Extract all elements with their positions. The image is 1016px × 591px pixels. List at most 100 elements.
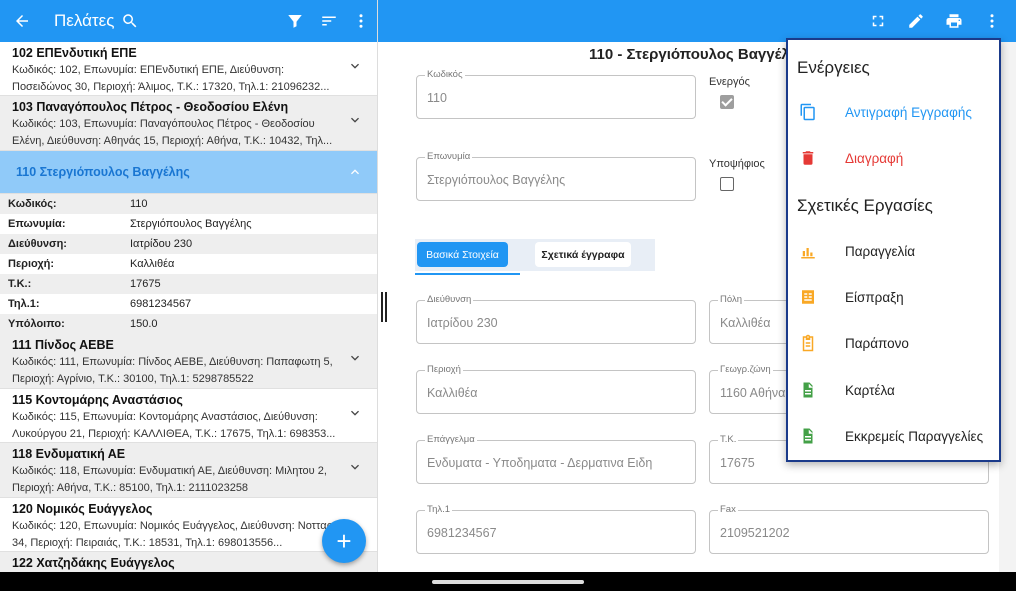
list-item-desc: Κωδικός: 120, Επωνυμία: Νομικός Ευάγγελο… xyxy=(12,520,340,549)
list-item-title: 122 Χατζηδάκης Ευάγγελος xyxy=(12,556,175,570)
address-field[interactable]: Διεύθυνση Ιατρίδου 230 xyxy=(416,294,696,344)
search-icon[interactable] xyxy=(118,9,142,33)
actions-menu: Ενέργειες Αντιγραφή Εγγραφής Διαγραφή Σχ… xyxy=(786,38,1001,462)
name-field[interactable]: Επωνυμία Στεργιόπουλος Βαγγέλης xyxy=(416,151,696,201)
area-field[interactable]: Περιοχή Καλλιθέα xyxy=(416,364,696,414)
detail-value: 150.0 xyxy=(122,314,377,334)
fax-field[interactable]: Fax 2109521202 xyxy=(709,504,989,554)
menu-item-order[interactable]: Παραγγελία xyxy=(798,239,998,263)
list-item[interactable]: 115 Κοντομάρης Αναστάσιος Κωδικός: 115, … xyxy=(0,389,377,443)
list-item-title: 103 Παναγόπουλος Πέτρος - Θεοδοσίου Ελέν… xyxy=(12,100,289,114)
menu-item-delete[interactable]: Διαγραφή xyxy=(798,146,998,170)
list-item-desc: Κωδικός: 118, Επωνυμία: Ενδυματική ΑΕ, Δ… xyxy=(12,465,327,494)
copy-icon xyxy=(798,102,818,122)
field-label: Τηλ.1 xyxy=(425,504,453,515)
print-icon[interactable] xyxy=(942,9,966,33)
list-item[interactable]: 122 Χατζηδάκης Ευάγγελος xyxy=(0,552,377,572)
field-value: Ιατρίδου 230 xyxy=(427,316,498,330)
field-value: Στεργιόπουλος Βαγγέλης xyxy=(427,173,566,187)
candidate-checkbox[interactable] xyxy=(720,177,734,191)
detail-key: Τηλ.1: xyxy=(8,298,40,310)
list-item-desc: Κωδικός: 111, Επωνυμία: Πίνδος ΑΕΒΕ, Διε… xyxy=(12,356,333,385)
drag-handle-icon[interactable] xyxy=(381,292,387,322)
detail-row: Κωδικός: 110 xyxy=(0,194,377,214)
code-field[interactable]: Κωδικός 110 xyxy=(416,69,696,119)
field-value: 110 xyxy=(427,91,447,105)
menu-item-receipt[interactable]: Είσπραξη xyxy=(798,285,998,309)
detail-key: Διεύθυνση: xyxy=(0,234,122,254)
detail-value: Ιατρίδου 230 xyxy=(122,234,377,254)
menu-item-label: Εκκρεμείς Παραγγελίες xyxy=(845,428,984,444)
list-item[interactable]: 120 Νομικός Ευάγγελος Κωδικός: 120, Επων… xyxy=(0,498,377,552)
menu-section-actions: Ενέργειες xyxy=(797,58,870,77)
menu-item-complaint[interactable]: Παράπονο xyxy=(798,331,998,355)
detail-key: Περιοχή: xyxy=(8,258,55,270)
tab-basic-info[interactable]: Βασικά Στοιχεία xyxy=(417,242,508,267)
field-label: Γεωγρ.ζώνη xyxy=(718,364,773,375)
chevron-down-icon[interactable] xyxy=(347,112,363,131)
chevron-down-icon[interactable] xyxy=(347,459,363,478)
list-item-title: 111 Πίνδος ΑΕΒΕ xyxy=(12,338,114,352)
list-toolbar: Πελάτες xyxy=(0,0,377,42)
list-item-selected[interactable]: 110 Στεργιόπουλος Βαγγέλης xyxy=(0,151,377,194)
active-checkbox[interactable] xyxy=(720,95,734,109)
more-vert-icon[interactable] xyxy=(980,9,1004,33)
menu-item-card[interactable]: Καρτέλα xyxy=(798,378,998,402)
field-value: 6981234567 xyxy=(427,526,497,540)
field-label: Επωνυμία xyxy=(425,151,473,162)
detail-value: Καλλιθέα xyxy=(130,258,175,270)
list-item[interactable]: 111 Πίνδος ΑΕΒΕ Κωδικός: 111, Επωνυμία: … xyxy=(0,334,377,389)
field-value: 17675 xyxy=(720,456,755,470)
profession-field[interactable]: Επάγγελμα Ενδυματα - Υποδηματα - Δερματι… xyxy=(416,434,696,484)
more-vert-icon[interactable] xyxy=(349,9,373,33)
active-tab-indicator xyxy=(415,273,520,275)
detail-row: Διεύθυνση: Ιατρίδου 230 xyxy=(0,234,377,254)
list-item-desc: Κωδικός: 102, Επωνυμία: ΕΠΕνδυτική ΕΠΕ, … xyxy=(12,64,330,93)
list-item[interactable]: 103 Παναγόπουλος Πέτρος - Θεοδοσίου Ελέν… xyxy=(0,96,377,151)
active-label: Ενεργός xyxy=(709,76,750,88)
menu-item-label: Διαγραφή xyxy=(845,150,904,166)
fullscreen-icon[interactable] xyxy=(866,9,890,33)
clipboard-icon xyxy=(798,333,818,353)
menu-item-label: Αντιγραφή Εγγραφής xyxy=(845,104,972,120)
document-icon xyxy=(798,426,818,446)
detail-row: Επωνυμία: Στεργιόπουλος Βαγγέλης xyxy=(0,214,377,234)
field-label: Κωδικός xyxy=(425,69,465,80)
menu-item-pending-orders[interactable]: Εκκρεμείς Παραγγελίες xyxy=(798,424,998,448)
home-gesture-bar[interactable] xyxy=(432,580,584,584)
chevron-up-icon[interactable] xyxy=(347,164,363,183)
chevron-down-icon[interactable] xyxy=(347,58,363,77)
menu-item-copy[interactable]: Αντιγραφή Εγγραφής xyxy=(798,100,998,124)
phone-field[interactable]: Τηλ.1 6981234567 xyxy=(416,504,696,554)
sort-icon[interactable] xyxy=(317,9,341,33)
plus-icon: + xyxy=(336,525,352,556)
detail-value: Στεργιόπουλος Βαγγέλης xyxy=(130,218,252,230)
detail-toolbar xyxy=(393,0,1016,42)
form-tabs: Βασικά Στοιχεία Σχετικά έγγραφα xyxy=(415,239,655,271)
field-label: Πόλη xyxy=(718,294,744,305)
chevron-down-icon[interactable] xyxy=(347,405,363,424)
chevron-down-icon[interactable] xyxy=(347,350,363,369)
field-label: Περιοχή xyxy=(425,364,463,375)
field-label: Fax xyxy=(718,504,738,515)
field-value: Καλλιθέα xyxy=(427,386,478,400)
detail-value: 110 xyxy=(122,194,377,214)
field-label: Διεύθυνση xyxy=(425,294,474,305)
list-item-title: 120 Νομικός Ευάγγελος xyxy=(12,502,153,516)
filter-icon[interactable] xyxy=(283,9,307,33)
add-customer-button[interactable]: + xyxy=(322,519,366,563)
detail-value: 6981234567 xyxy=(130,298,192,310)
candidate-label: Υποψήφιος xyxy=(709,158,765,170)
tab-related-docs[interactable]: Σχετικά έγγραφα xyxy=(535,242,631,267)
field-value: 1160 Αθήνα xyxy=(720,386,786,400)
bar-chart-icon xyxy=(798,241,818,261)
field-label: Τ.Κ. xyxy=(718,434,739,445)
menu-item-label: Παράπονο xyxy=(845,335,909,351)
pane-divider[interactable] xyxy=(377,0,394,572)
back-arrow-icon[interactable] xyxy=(10,9,34,33)
list-item[interactable]: 102 ΕΠΕνδυτική ΕΠΕ Κωδικός: 102, Επωνυμί… xyxy=(0,42,377,96)
detail-key: Τ.Κ.: xyxy=(0,274,122,294)
list-item[interactable]: 118 Ενδυματική ΑΕ Κωδικός: 118, Επωνυμία… xyxy=(0,443,377,498)
field-label: Επάγγελμα xyxy=(425,434,477,445)
edit-icon[interactable] xyxy=(904,9,928,33)
